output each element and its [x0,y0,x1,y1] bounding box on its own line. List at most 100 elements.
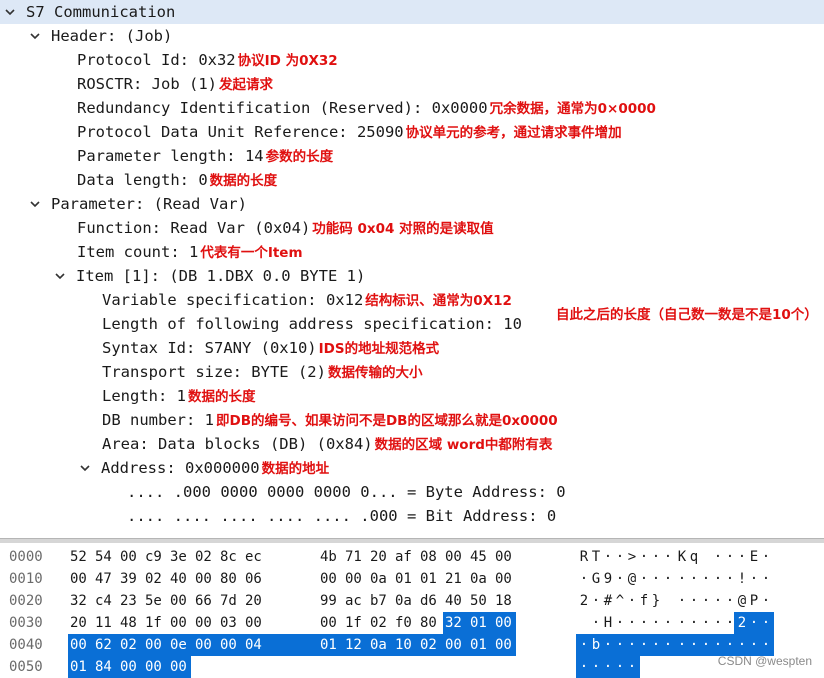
ascii-char[interactable]: · [578,634,590,656]
ascii-char[interactable]: · [590,656,602,678]
ascii-char[interactable]: · [614,634,626,656]
hex-byte[interactable]: 62 [95,634,114,656]
ascii-char[interactable]: · [650,634,662,656]
hex-byte[interactable]: 01 [395,568,414,590]
hex-byte[interactable]: 20 [370,546,389,568]
hex-byte[interactable]: 99 [320,590,339,612]
chevron-down-icon[interactable] [29,30,41,42]
hex-byte[interactable]: 00 [320,568,339,590]
hex-row[interactable]: 0050 01 84 00 00 00 · · · · · [0,656,824,678]
ascii-char[interactable]: · [614,612,626,634]
ascii-char[interactable]: @ [736,590,748,612]
ascii-char[interactable]: q [688,546,700,568]
hex-byte[interactable]: d6 [420,590,439,612]
ascii-char[interactable]: · [748,568,760,590]
hex-byte[interactable]: 02 [195,546,214,568]
hex-byte[interactable]: 0a [370,568,389,590]
hex-row[interactable]: 0040 00 62 02 00 0e 00 00 04 01 12 0a 10 02 00 01 00 · b · ·… [0,634,824,656]
hex-byte[interactable]: 00 [120,656,139,678]
ascii-char[interactable]: · [578,568,590,590]
hex-byte[interactable]: 84 [95,656,114,678]
hex-byte[interactable]: 0e [170,634,189,656]
ascii-char[interactable]: · [662,612,674,634]
hex-row[interactable]: 0010 00 47 39 02 40 00 80 06 00 00 0a 01 01 21 0a 00 · G 9 ·… [0,568,824,590]
ascii-char[interactable]: · [748,612,760,634]
ascii-char[interactable]: · [626,590,638,612]
hex-byte[interactable]: 66 [195,590,214,612]
ascii-char[interactable]: · [760,612,772,634]
hex-byte[interactable]: 18 [495,590,514,612]
hex-byte[interactable]: 00 [445,546,464,568]
ascii-char[interactable]: · [688,568,700,590]
ascii-char[interactable]: · [724,590,736,612]
ascii-char[interactable]: · [712,612,724,634]
hex-byte[interactable]: 00 [145,656,164,678]
hex-byte[interactable]: 08 [420,546,439,568]
ascii-char[interactable]: · [676,568,688,590]
hex-byte[interactable]: f0 [395,612,414,634]
ascii-char[interactable]: · [662,634,674,656]
hex-byte[interactable]: 20 [245,590,264,612]
hex-byte[interactable]: 02 [370,612,389,634]
hex-byte[interactable]: 40 [445,590,464,612]
ascii-char[interactable]: K [676,546,688,568]
ascii-char[interactable]: · [614,568,626,590]
ascii-char[interactable]: · [712,568,724,590]
hex-row[interactable]: 0000 52 54 00 c9 3e 02 8c ec 4b 71 20 af 08 00 45 00 R T · ·… [0,546,824,568]
chevron-down-icon[interactable] [79,462,91,474]
hex-byte[interactable]: c9 [145,546,164,568]
ascii-char[interactable]: # [602,590,614,612]
hex-byte[interactable]: 5e [145,590,164,612]
ascii-char[interactable]: · [638,634,650,656]
hex-byte[interactable]: 00 [120,546,139,568]
hex-byte[interactable]: 1f [345,612,364,634]
ascii-char[interactable]: · [712,634,724,656]
hex-byte[interactable]: 06 [245,568,264,590]
ascii-char[interactable]: } [650,590,662,612]
ascii-char[interactable]: · [760,568,772,590]
hex-byte[interactable]: 00 [170,590,189,612]
ascii-char[interactable]: · [760,634,772,656]
hex-byte[interactable]: 01 [320,634,339,656]
hex-byte[interactable]: 0a [395,590,414,612]
ascii-char[interactable]: · [662,546,674,568]
ascii-char[interactable]: · [676,612,688,634]
hex-byte[interactable]: 1f [145,612,164,634]
ascii-char[interactable]: · [748,634,760,656]
ascii-char[interactable]: 2 [736,612,748,634]
tree-row[interactable]: S7 Communication [0,0,824,24]
hex-byte[interactable]: c4 [95,590,114,612]
ascii-char[interactable]: · [676,590,688,612]
ascii-char[interactable]: > [626,546,638,568]
ascii-char[interactable]: · [590,590,602,612]
hex-byte[interactable]: 47 [95,568,114,590]
ascii-char[interactable]: · [590,612,602,634]
hex-byte[interactable]: 8c [220,546,239,568]
hex-byte[interactable]: 80 [420,612,439,634]
ascii-char[interactable]: · [712,546,724,568]
ascii-char[interactable]: R [578,546,590,568]
ascii-char[interactable]: T [590,546,602,568]
hex-byte[interactable]: 3e [170,546,189,568]
ascii-char[interactable]: P [748,590,760,612]
hex-byte[interactable]: 04 [245,634,264,656]
ascii-char[interactable]: · [638,612,650,634]
hex-byte[interactable]: 48 [120,612,139,634]
hex-byte[interactable]: 21 [445,568,464,590]
hex-byte[interactable]: 71 [345,546,364,568]
hex-row[interactable]: 0030 20 11 48 1f 00 00 03 00 00 1f 02 f0 80 32 01 00 · H ·… [0,612,824,634]
chevron-down-icon[interactable] [29,198,41,210]
ascii-char[interactable]: · [638,546,650,568]
ascii-char[interactable]: · [724,546,736,568]
pane-divider[interactable] [0,538,824,543]
hex-byte[interactable]: 00 [495,634,514,656]
ascii-char[interactable]: · [626,612,638,634]
ascii-char[interactable]: · [650,546,662,568]
ascii-char[interactable]: · [602,634,614,656]
hex-byte[interactable]: 00 [345,568,364,590]
ascii-char[interactable]: @ [626,568,638,590]
hex-byte[interactable]: 00 [195,612,214,634]
ascii-char[interactable]: · [700,612,712,634]
hex-byte[interactable]: 10 [395,634,414,656]
hex-byte[interactable]: 50 [470,590,489,612]
